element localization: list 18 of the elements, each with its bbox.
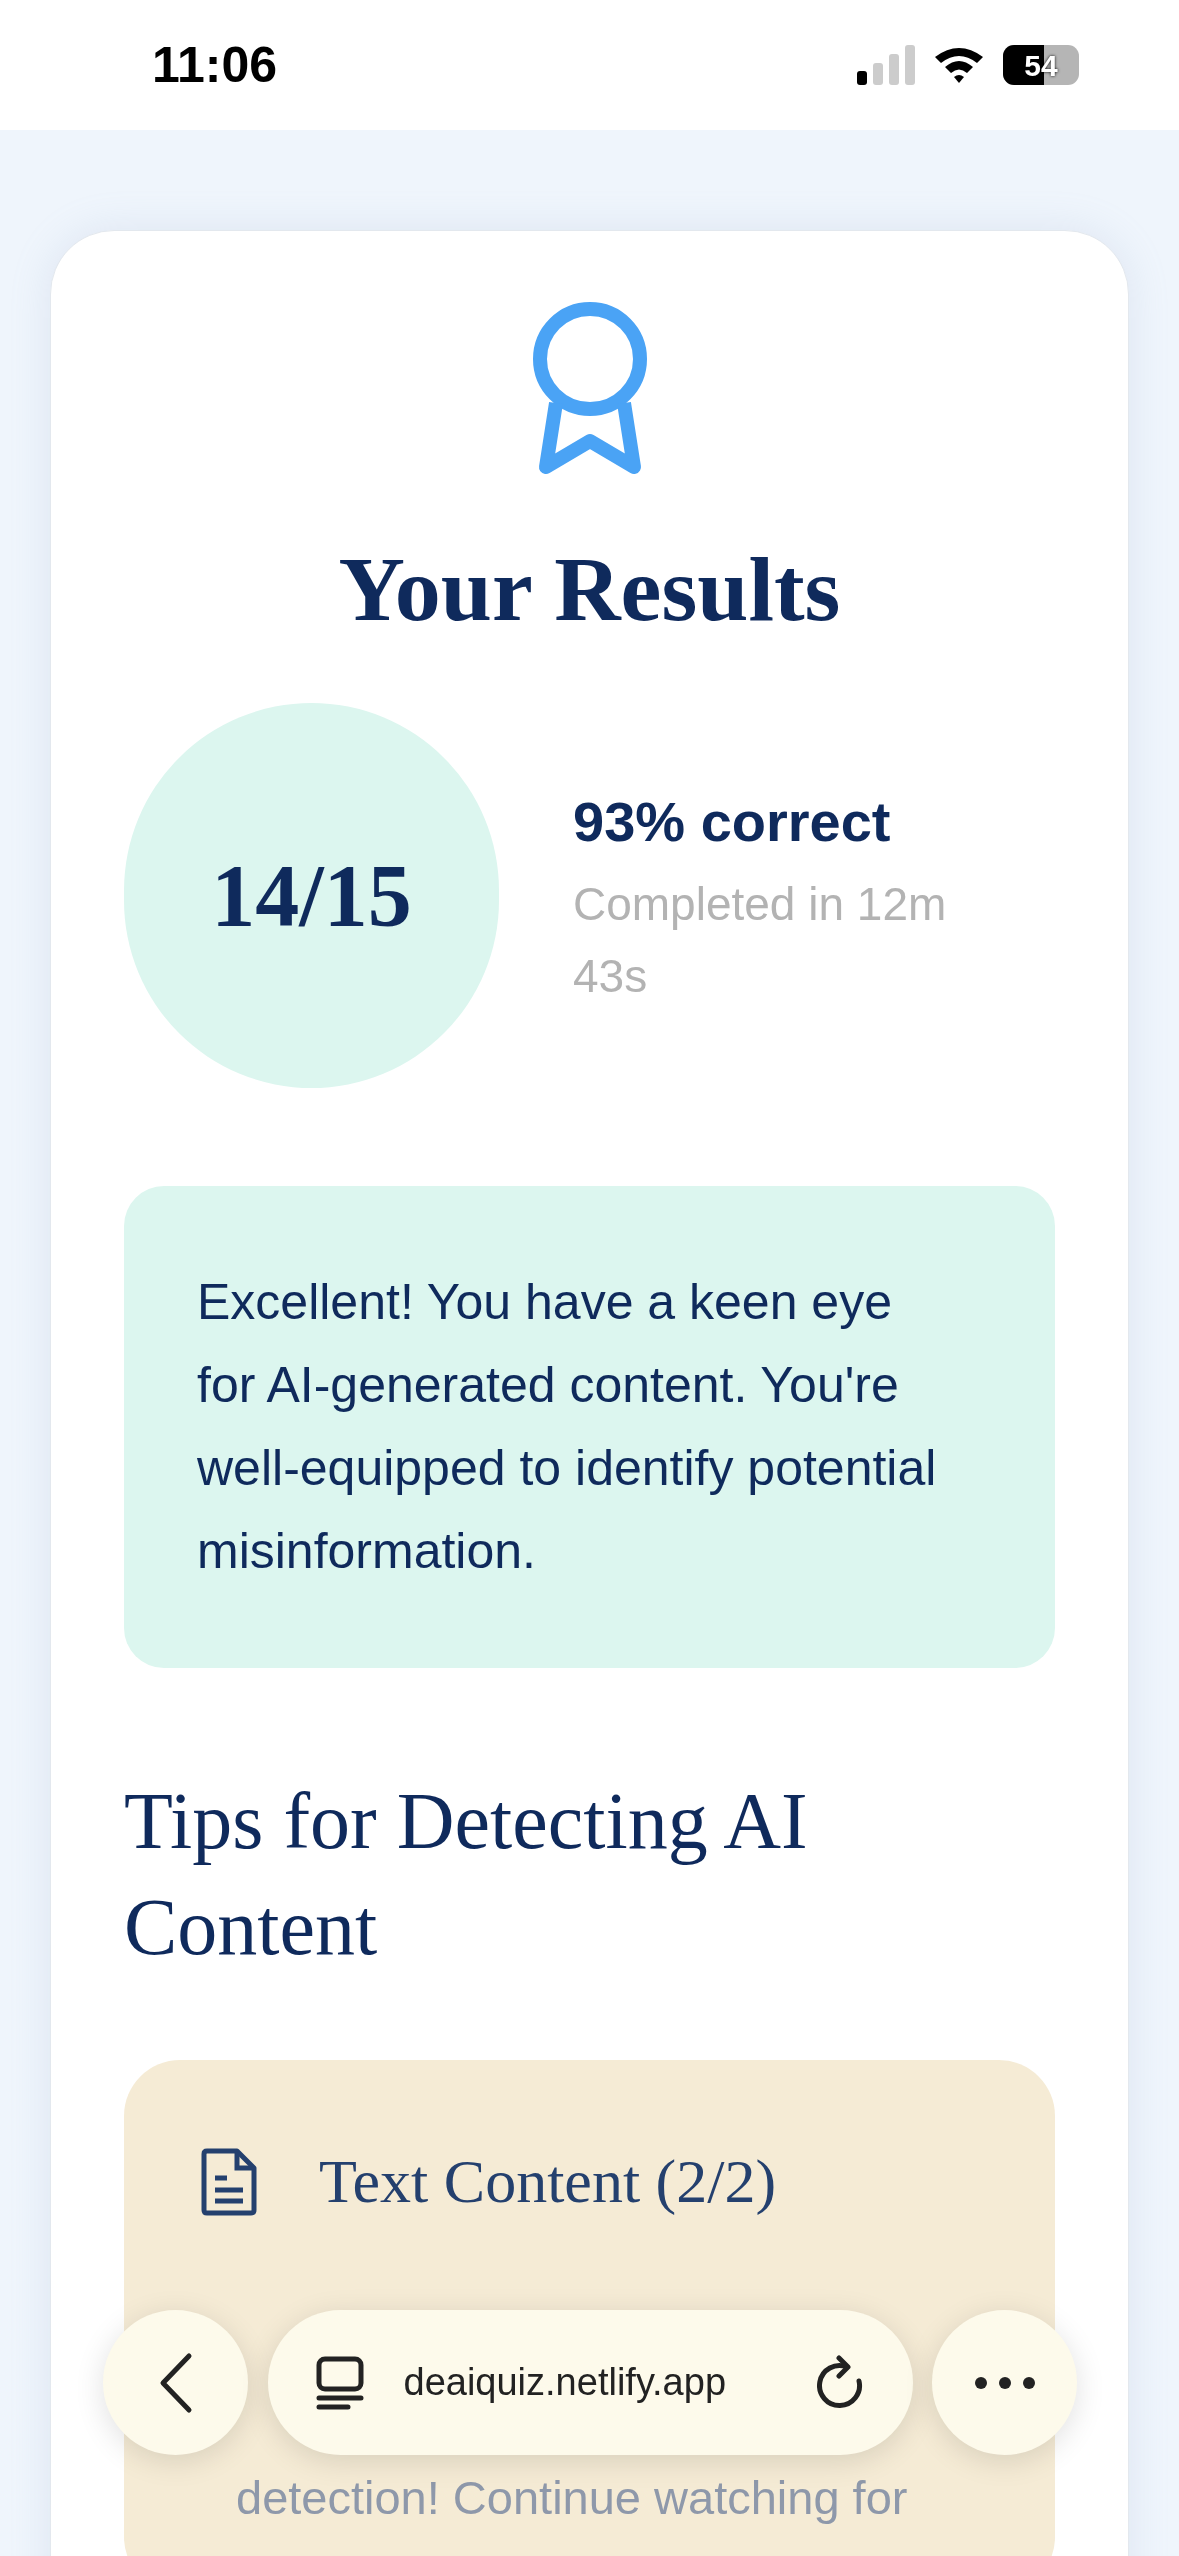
signal-icon [857,45,915,85]
wifi-icon [933,45,985,85]
url-text: deaiquiz.netlify.app [403,2360,728,2405]
document-icon [201,2147,257,2216]
results-title: Your Results [337,543,842,635]
status-time: 11:06 [151,35,278,95]
award-ribbon-icon [531,301,648,477]
back-chevron-icon [158,2351,193,2414]
completion-time: Completed in 12m 43s [573,876,948,1004]
percent-correct: 93% correct [573,788,892,855]
address-bar[interactable]: deaiquiz.netlify.app [267,2310,913,2455]
result-message: Excellent! You have a keen eye for AI-generated content. You're well-equipped to identify potential misinformation. [197,1273,937,1581]
tip-text: detection! Continue watching for [235,2470,909,2526]
tip-title: Text Content (2/2) [319,2146,777,2217]
more-icon [973,2375,1036,2390]
tabs-overview-icon [315,2355,364,2410]
reload-icon [816,2354,865,2411]
tips-heading: Tips for Detecting AI Content [124,1776,809,1973]
